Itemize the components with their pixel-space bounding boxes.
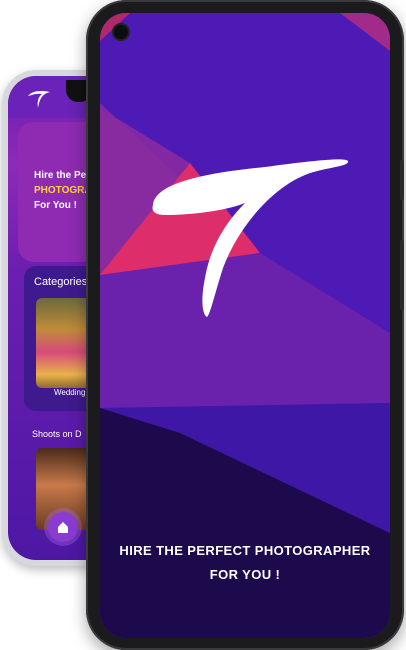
front-camera-icon (114, 25, 128, 39)
tagline-line-1: HIRE THE PERFECT PHOTOGRAPHER (119, 543, 371, 558)
brand-logo-icon (28, 91, 50, 108)
brand-logo-icon (152, 159, 349, 317)
tagline-line-2: FOR YOU ! (209, 567, 281, 582)
home-button[interactable] (48, 512, 78, 542)
home-icon (58, 522, 68, 533)
shoots-section-title: Shoots on D (32, 429, 82, 439)
wedding-category-label[interactable]: Wedding (54, 388, 85, 397)
side-button-2 (400, 240, 404, 310)
splash-screen: HIRE THE PERFECT PHOTOGRAPHER FOR YOU ! (100, 13, 390, 638)
side-button-1 (400, 160, 404, 200)
categories-title: Categories (34, 276, 88, 288)
splash-tagline: HIRE THE PERFECT PHOTOGRAPHER FOR YOU ! (100, 543, 390, 591)
